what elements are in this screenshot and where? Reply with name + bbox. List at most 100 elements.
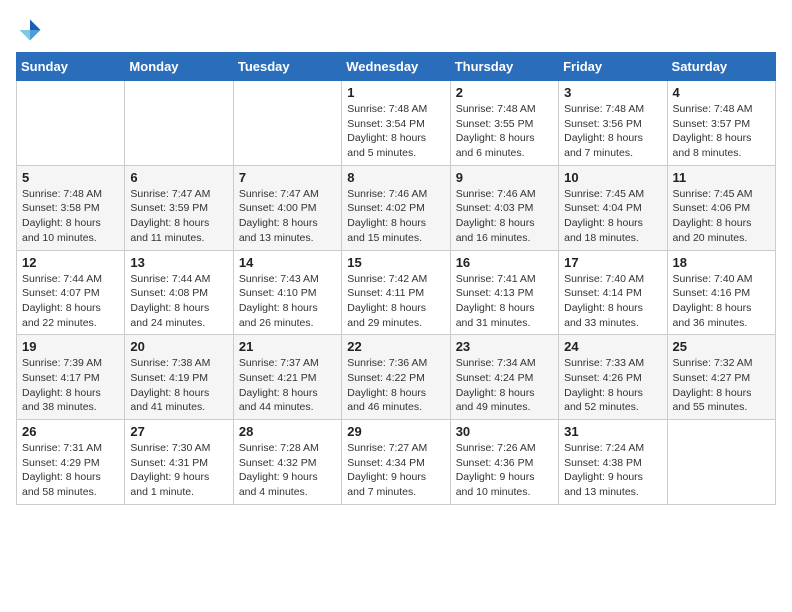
day-number: 17 xyxy=(564,255,661,270)
day-info: Sunrise: 7:44 AM Sunset: 4:07 PM Dayligh… xyxy=(22,272,119,331)
day-info: Sunrise: 7:47 AM Sunset: 3:59 PM Dayligh… xyxy=(130,187,227,246)
calendar-cell: 23 Sunrise: 7:34 AM Sunset: 4:24 PM Dayli… xyxy=(450,335,558,420)
day-info: Sunrise: 7:30 AM Sunset: 4:31 PM Dayligh… xyxy=(130,441,227,500)
day-info: Sunrise: 7:46 AM Sunset: 4:03 PM Dayligh… xyxy=(456,187,553,246)
logo-icon xyxy=(16,16,44,44)
calendar-cell: 7 Sunrise: 7:47 AM Sunset: 4:00 PM Daylig… xyxy=(233,165,341,250)
calendar-cell: 28 Sunrise: 7:28 AM Sunset: 4:32 PM Dayli… xyxy=(233,420,341,505)
day-info: Sunrise: 7:36 AM Sunset: 4:22 PM Dayligh… xyxy=(347,356,444,415)
calendar-week-1: 1 Sunrise: 7:48 AM Sunset: 3:54 PM Daylig… xyxy=(17,81,776,166)
day-number: 24 xyxy=(564,339,661,354)
calendar-cell: 10 Sunrise: 7:45 AM Sunset: 4:04 PM Dayli… xyxy=(559,165,667,250)
calendar-cell xyxy=(125,81,233,166)
day-number: 8 xyxy=(347,170,444,185)
day-number: 5 xyxy=(22,170,119,185)
day-number: 20 xyxy=(130,339,227,354)
day-number: 3 xyxy=(564,85,661,100)
calendar-cell: 18 Sunrise: 7:40 AM Sunset: 4:16 PM Dayli… xyxy=(667,250,775,335)
day-info: Sunrise: 7:27 AM Sunset: 4:34 PM Dayligh… xyxy=(347,441,444,500)
day-number: 26 xyxy=(22,424,119,439)
day-number: 14 xyxy=(239,255,336,270)
calendar-cell: 26Sunrise: 7:31 AM Sunset: 4:29 PM Dayli… xyxy=(17,420,125,505)
weekday-header-friday: Friday xyxy=(559,53,667,81)
day-info: Sunrise: 7:48 AM Sunset: 3:56 PM Dayligh… xyxy=(564,102,661,161)
day-info: Sunrise: 7:26 AM Sunset: 4:36 PM Dayligh… xyxy=(456,441,553,500)
calendar-cell: 8 Sunrise: 7:46 AM Sunset: 4:02 PM Daylig… xyxy=(342,165,450,250)
calendar-cell: 19 Sunrise: 7:39 AM Sunset: 4:17 PM Dayli… xyxy=(17,335,125,420)
calendar-cell: 12 Sunrise: 7:44 AM Sunset: 4:07 PM Dayli… xyxy=(17,250,125,335)
day-number: 7 xyxy=(239,170,336,185)
calendar-cell: 16 Sunrise: 7:41 AM Sunset: 4:13 PM Dayli… xyxy=(450,250,558,335)
calendar-week-2: 5 Sunrise: 7:48 AM Sunset: 3:58 PM Daylig… xyxy=(17,165,776,250)
day-info: Sunrise: 7:38 AM Sunset: 4:19 PM Dayligh… xyxy=(130,356,227,415)
calendar-cell xyxy=(667,420,775,505)
day-info: Sunrise: 7:41 AM Sunset: 4:13 PM Dayligh… xyxy=(456,272,553,331)
calendar-cell: 9 Sunrise: 7:46 AM Sunset: 4:03 PM Daylig… xyxy=(450,165,558,250)
day-number: 18 xyxy=(673,255,770,270)
weekday-header-sunday: Sunday xyxy=(17,53,125,81)
day-info: Sunrise: 7:33 AM Sunset: 4:26 PM Dayligh… xyxy=(564,356,661,415)
day-info: Sunrise: 7:39 AM Sunset: 4:17 PM Dayligh… xyxy=(22,356,119,415)
day-number: 23 xyxy=(456,339,553,354)
calendar-cell xyxy=(233,81,341,166)
day-info: Sunrise: 7:48 AM Sunset: 3:58 PM Dayligh… xyxy=(22,187,119,246)
calendar-week-4: 19 Sunrise: 7:39 AM Sunset: 4:17 PM Dayli… xyxy=(17,335,776,420)
day-info: Sunrise: 7:37 AM Sunset: 4:21 PM Dayligh… xyxy=(239,356,336,415)
day-number: 30 xyxy=(456,424,553,439)
calendar-cell: 21Sunrise: 7:37 AM Sunset: 4:21 PM Dayli… xyxy=(233,335,341,420)
calendar-cell: 25Sunrise: 7:32 AM Sunset: 4:27 PM Dayli… xyxy=(667,335,775,420)
logo xyxy=(16,16,48,44)
calendar-cell: 3 Sunrise: 7:48 AM Sunset: 3:56 PM Daylig… xyxy=(559,81,667,166)
day-number: 22 xyxy=(347,339,444,354)
calendar-cell: 2Sunrise: 7:48 AM Sunset: 3:55 PM Daylig… xyxy=(450,81,558,166)
day-info: Sunrise: 7:44 AM Sunset: 4:08 PM Dayligh… xyxy=(130,272,227,331)
day-info: Sunrise: 7:45 AM Sunset: 4:04 PM Dayligh… xyxy=(564,187,661,246)
day-info: Sunrise: 7:42 AM Sunset: 4:11 PM Dayligh… xyxy=(347,272,444,331)
day-number: 12 xyxy=(22,255,119,270)
weekday-header-thursday: Thursday xyxy=(450,53,558,81)
day-number: 6 xyxy=(130,170,227,185)
calendar-cell: 30 Sunrise: 7:26 AM Sunset: 4:36 PM Dayli… xyxy=(450,420,558,505)
weekday-header-tuesday: Tuesday xyxy=(233,53,341,81)
day-info: Sunrise: 7:43 AM Sunset: 4:10 PM Dayligh… xyxy=(239,272,336,331)
calendar-week-3: 12 Sunrise: 7:44 AM Sunset: 4:07 PM Dayli… xyxy=(17,250,776,335)
calendar-cell: 11 Sunrise: 7:45 AM Sunset: 4:06 PM Dayli… xyxy=(667,165,775,250)
weekday-header-saturday: Saturday xyxy=(667,53,775,81)
calendar-cell: 13 Sunrise: 7:44 AM Sunset: 4:08 PM Dayli… xyxy=(125,250,233,335)
day-number: 28 xyxy=(239,424,336,439)
day-info: Sunrise: 7:40 AM Sunset: 4:14 PM Dayligh… xyxy=(564,272,661,331)
day-number: 11 xyxy=(673,170,770,185)
day-number: 25 xyxy=(673,339,770,354)
day-number: 29 xyxy=(347,424,444,439)
day-number: 13 xyxy=(130,255,227,270)
day-number: 16 xyxy=(456,255,553,270)
day-number: 10 xyxy=(564,170,661,185)
weekday-header-monday: Monday xyxy=(125,53,233,81)
day-number: 9 xyxy=(456,170,553,185)
day-info: Sunrise: 7:40 AM Sunset: 4:16 PM Dayligh… xyxy=(673,272,770,331)
calendar-cell: 4 Sunrise: 7:48 AM Sunset: 3:57 PM Daylig… xyxy=(667,81,775,166)
day-info: Sunrise: 7:48 AM Sunset: 3:57 PM Dayligh… xyxy=(673,102,770,161)
day-info: Sunrise: 7:34 AM Sunset: 4:24 PM Dayligh… xyxy=(456,356,553,415)
calendar-cell: 27 Sunrise: 7:30 AM Sunset: 4:31 PM Dayli… xyxy=(125,420,233,505)
calendar-cell: 31Sunrise: 7:24 AM Sunset: 4:38 PM Dayli… xyxy=(559,420,667,505)
day-info: Sunrise: 7:45 AM Sunset: 4:06 PM Dayligh… xyxy=(673,187,770,246)
page-header xyxy=(16,16,776,44)
day-info: Sunrise: 7:48 AM Sunset: 3:55 PM Dayligh… xyxy=(456,102,553,161)
calendar-cell: 1 Sunrise: 7:48 AM Sunset: 3:54 PM Daylig… xyxy=(342,81,450,166)
day-info: Sunrise: 7:47 AM Sunset: 4:00 PM Dayligh… xyxy=(239,187,336,246)
day-number: 4 xyxy=(673,85,770,100)
day-info: Sunrise: 7:46 AM Sunset: 4:02 PM Dayligh… xyxy=(347,187,444,246)
day-number: 1 xyxy=(347,85,444,100)
day-number: 27 xyxy=(130,424,227,439)
calendar-cell: 6 Sunrise: 7:47 AM Sunset: 3:59 PM Daylig… xyxy=(125,165,233,250)
calendar-cell: 22 Sunrise: 7:36 AM Sunset: 4:22 PM Dayli… xyxy=(342,335,450,420)
day-info: Sunrise: 7:28 AM Sunset: 4:32 PM Dayligh… xyxy=(239,441,336,500)
calendar-cell xyxy=(17,81,125,166)
calendar-week-5: 26Sunrise: 7:31 AM Sunset: 4:29 PM Dayli… xyxy=(17,420,776,505)
calendar-cell: 14 Sunrise: 7:43 AM Sunset: 4:10 PM Dayli… xyxy=(233,250,341,335)
day-number: 19 xyxy=(22,339,119,354)
day-number: 31 xyxy=(564,424,661,439)
calendar-header-row: SundayMondayTuesdayWednesdayThursdayFrid… xyxy=(17,53,776,81)
day-info: Sunrise: 7:48 AM Sunset: 3:54 PM Dayligh… xyxy=(347,102,444,161)
